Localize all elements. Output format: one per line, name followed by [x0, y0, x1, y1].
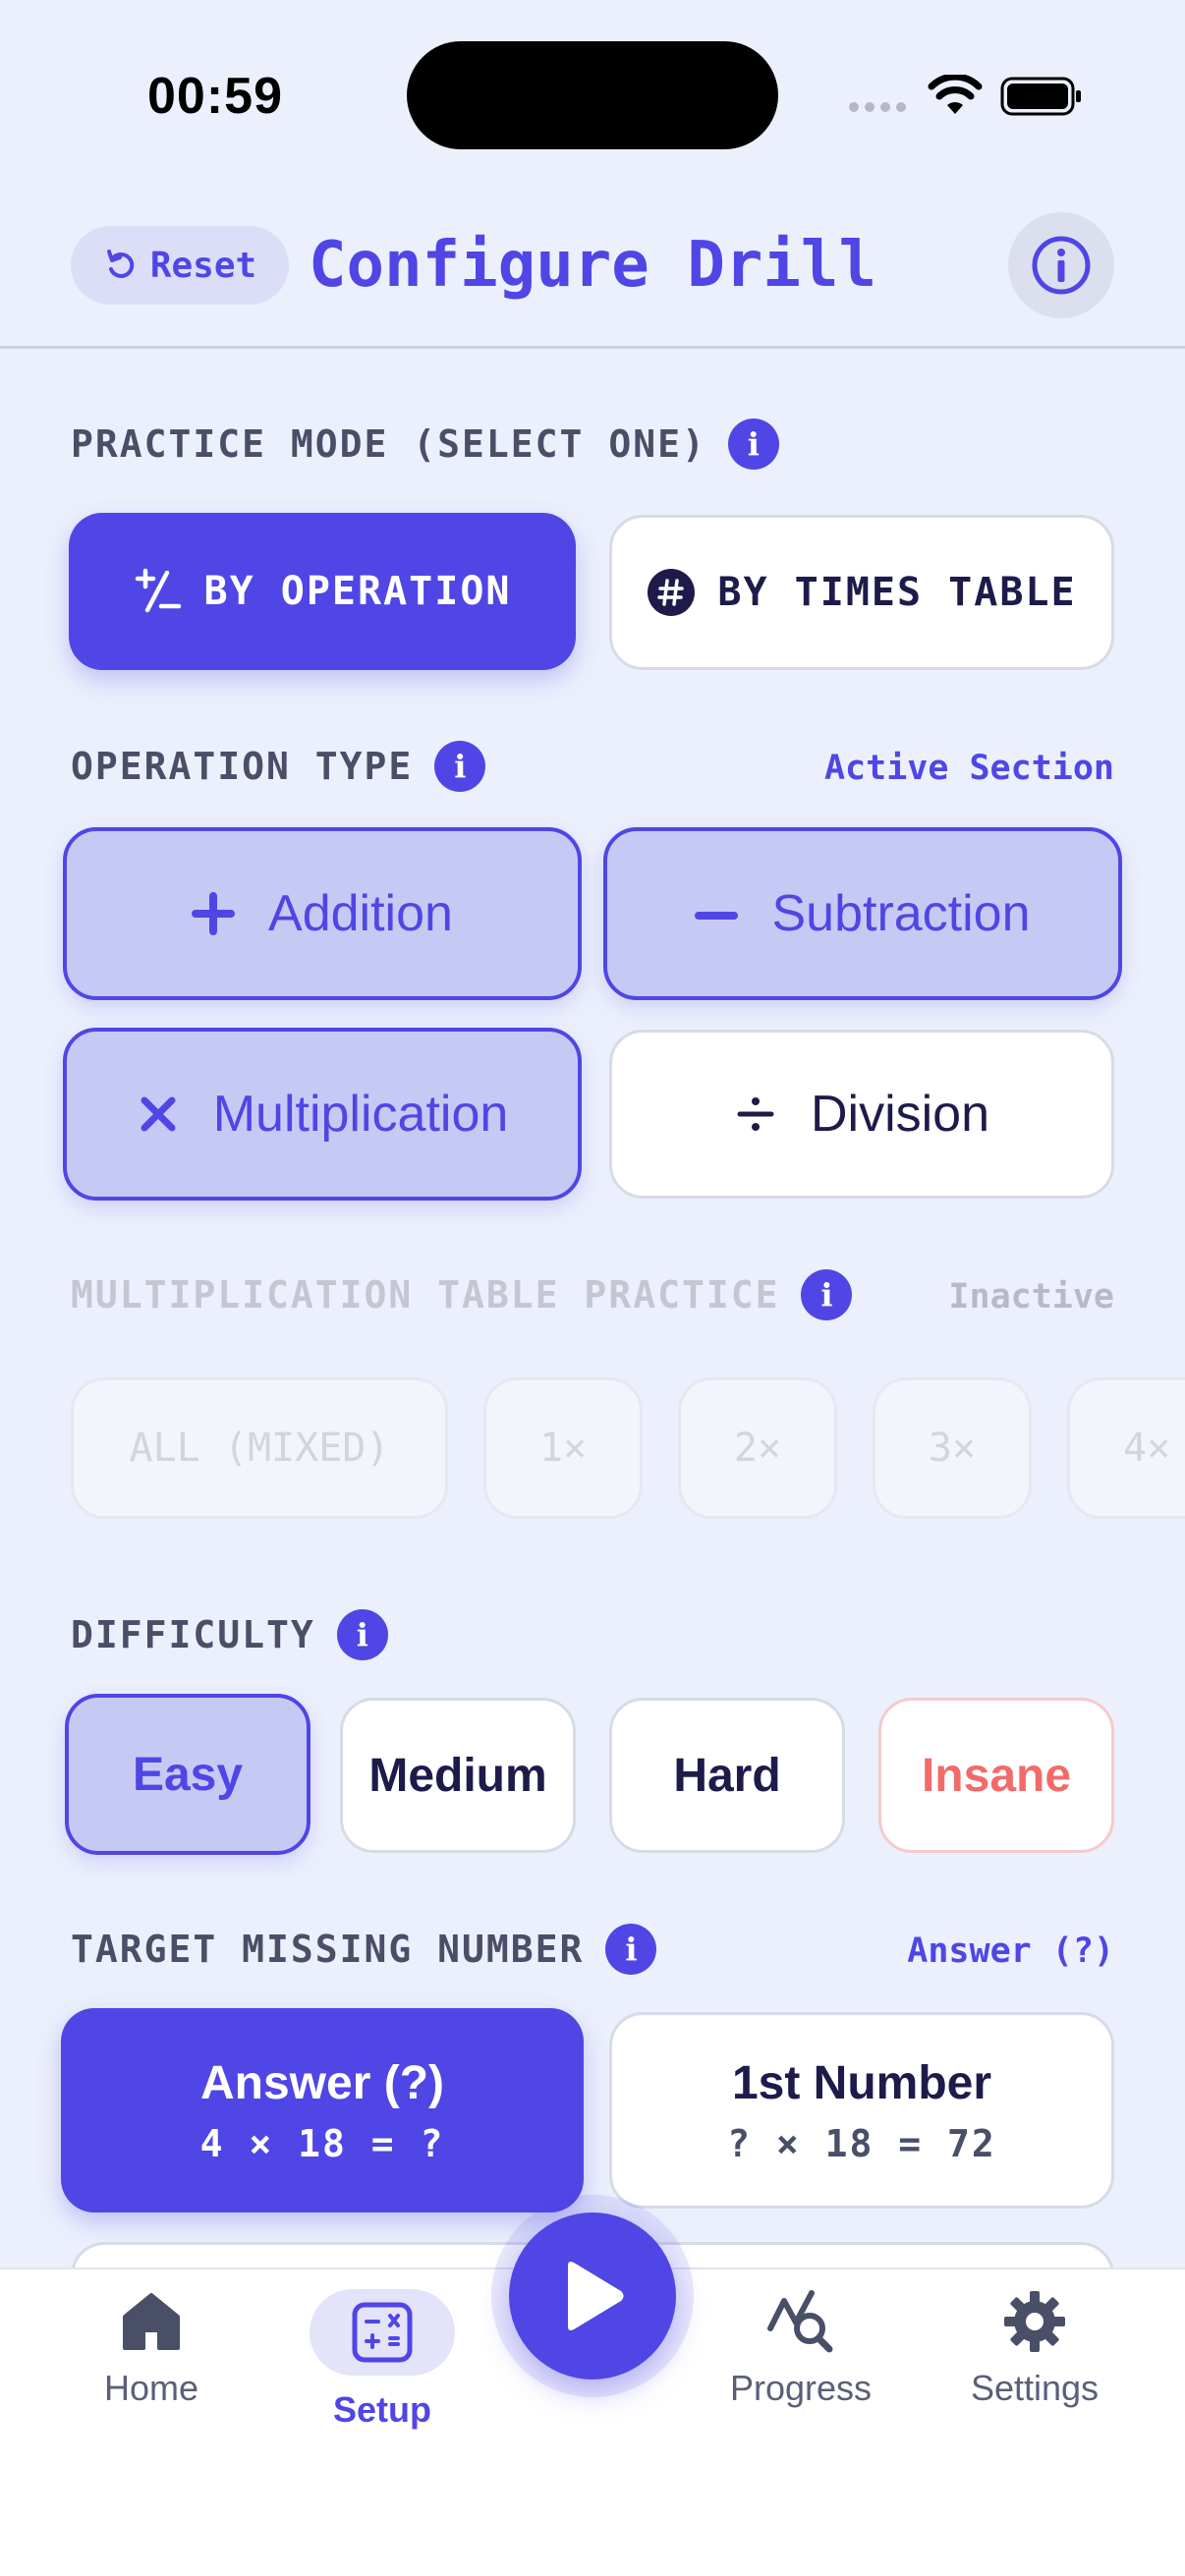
practice-mode-label: PRACTICE MODE (SELECT ONE) [71, 422, 706, 466]
by-times-table-button[interactable]: BY TIMES TABLE [609, 515, 1114, 670]
target-first-number-button[interactable]: 1st Number ? × 18 = 72 [609, 2012, 1114, 2209]
target-answer-button[interactable]: Answer (?) 4 × 18 = ? [61, 2008, 584, 2212]
nav-setup[interactable]: Setup [309, 2289, 456, 2431]
difficulty-hard-label: Hard [673, 1749, 781, 1802]
table-chip-label: 2× [733, 1426, 782, 1471]
operation-multiplication-button[interactable]: Multiplication [63, 1028, 582, 1201]
table-chip-2[interactable]: 2× [678, 1377, 837, 1519]
nav-setup-highlight [310, 2289, 455, 2376]
operation-division-button[interactable]: Division [609, 1030, 1114, 1199]
plus-minus-icon [135, 568, 181, 613]
calculator-icon [352, 2302, 413, 2363]
info-icon [1032, 236, 1091, 295]
progress-search-icon [767, 2290, 833, 2353]
nav-settings-label: Settings [970, 2368, 1100, 2408]
battery-icon [1000, 77, 1081, 116]
by-operation-label: BY OPERATION [203, 569, 512, 614]
table-chip-label: ALL (MIXED) [129, 1426, 390, 1471]
difficulty-medium-label: Medium [368, 1749, 547, 1802]
operation-type-heading: OPERATION TYPE i [71, 741, 486, 792]
nav-progress[interactable]: Progress [727, 2289, 875, 2409]
signal-icon [849, 102, 906, 112]
nav-setup-label: Setup [332, 2389, 431, 2430]
info-icon[interactable]: i [434, 741, 486, 792]
dynamic-island [407, 41, 778, 149]
table-practice-label: MULTIPLICATION TABLE PRACTICE [71, 1273, 780, 1316]
hashtag-icon [648, 569, 696, 616]
play-icon [568, 2262, 624, 2330]
table-chip-all[interactable]: ALL (MIXED) [71, 1377, 448, 1519]
nav-progress-label: Progress [729, 2368, 873, 2408]
table-chip-1[interactable]: 1× [483, 1377, 643, 1519]
difficulty-heading: DIFFICULTY i [71, 1609, 388, 1660]
difficulty-insane-button[interactable]: Insane [878, 1698, 1114, 1853]
table-chip-3[interactable]: 3× [873, 1377, 1032, 1519]
table-practice-heading: MULTIPLICATION TABLE PRACTICE i [71, 1269, 853, 1320]
target-answer-example: 4 × 18 = ? [199, 2121, 445, 2165]
multiply-icon [141, 1096, 176, 1132]
operation-subtraction-label: Subtraction [771, 885, 1031, 942]
info-button[interactable] [1008, 212, 1114, 318]
divide-icon [737, 1097, 774, 1131]
table-chip-label: 1× [538, 1426, 588, 1471]
home-icon [123, 2293, 180, 2350]
info-icon[interactable]: i [801, 1269, 853, 1320]
plus-icon [192, 892, 236, 935]
status-time: 00:59 [147, 68, 283, 125]
nav-home[interactable]: Home [92, 2289, 210, 2409]
target-answer-title: Answer (?) [199, 2056, 444, 2109]
operation-subtraction-button[interactable]: Subtraction [603, 827, 1122, 1000]
info-icon[interactable]: i [336, 1609, 388, 1660]
target-label: TARGET MISSING NUMBER [71, 1928, 585, 1971]
difficulty-hard-button[interactable]: Hard [609, 1698, 845, 1853]
info-icon[interactable]: i [727, 419, 779, 470]
operation-type-label: OPERATION TYPE [71, 745, 414, 788]
gear-icon [1004, 2291, 1065, 2352]
table-chip-4[interactable]: 4× [1067, 1377, 1185, 1519]
practice-mode-heading: PRACTICE MODE (SELECT ONE) i [71, 419, 779, 470]
nav-home-label: Home [103, 2368, 199, 2408]
difficulty-medium-button[interactable]: Medium [340, 1698, 576, 1853]
table-chip-label: 3× [928, 1426, 977, 1471]
target-first-number-title: 1st Number [731, 2056, 992, 2109]
operation-addition-button[interactable]: Addition [63, 827, 582, 1000]
operation-addition-label: Addition [268, 885, 453, 942]
difficulty-easy-label: Easy [132, 1748, 244, 1801]
operation-multiplication-label: Multiplication [212, 1086, 509, 1143]
table-practice-status: Inactive [948, 1277, 1114, 1316]
difficulty-label: DIFFICULTY [71, 1613, 315, 1656]
header-divider [0, 346, 1185, 349]
operation-division-label: Division [810, 1086, 990, 1143]
wifi-icon [928, 75, 983, 114]
minus-icon [695, 912, 739, 920]
start-drill-button[interactable] [509, 2212, 676, 2380]
nav-settings[interactable]: Settings [961, 2289, 1108, 2409]
difficulty-easy-button[interactable]: Easy [65, 1694, 310, 1855]
info-icon[interactable]: i [605, 1924, 657, 1975]
difficulty-insane-label: Insane [921, 1749, 1072, 1802]
table-chip-label: 4× [1123, 1426, 1171, 1471]
target-first-number-example: ? × 18 = 72 [727, 2121, 996, 2165]
target-status: Answer (?) [907, 1932, 1114, 1971]
target-heading: TARGET MISSING NUMBER i [71, 1924, 657, 1975]
by-times-table-label: BY TIMES TABLE [717, 570, 1077, 615]
operation-type-status: Active Section [823, 749, 1114, 788]
by-operation-button[interactable]: BY OPERATION [69, 513, 576, 670]
